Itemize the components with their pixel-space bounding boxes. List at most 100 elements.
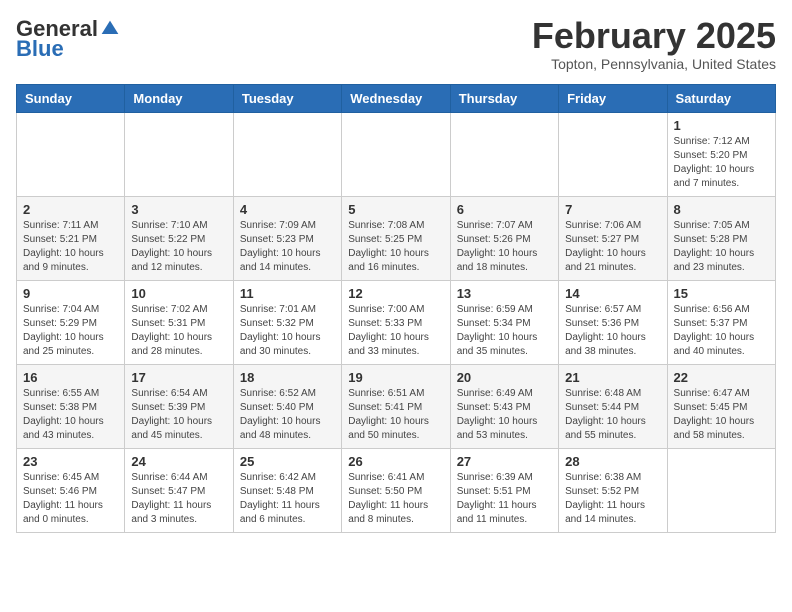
calendar-cell bbox=[125, 112, 233, 196]
logo-blue-text: Blue bbox=[16, 36, 64, 62]
logo-icon bbox=[100, 19, 120, 39]
calendar-cell: 26 Sunrise: 6:41 AM Sunset: 5:50 PM Dayli… bbox=[342, 448, 450, 532]
day-info: Sunrise: 6:49 AM Sunset: 5:43 PM Dayligh… bbox=[457, 387, 552, 443]
day-number: 14 bbox=[565, 286, 660, 301]
calendar-cell: 25Sunrise: 6:42 AM Sunset: 5:48 PM Dayli… bbox=[233, 448, 341, 532]
day-number: 21 bbox=[565, 370, 660, 385]
day-number: 7 bbox=[565, 202, 660, 217]
calendar-cell: 10 Sunrise: 7:02 AM Sunset: 5:31 PM Dayli… bbox=[125, 280, 233, 364]
day-number: 1 bbox=[674, 118, 769, 133]
day-of-week-header: Sunday bbox=[17, 84, 125, 112]
calendar-cell: 19 Sunrise: 6:51 AM Sunset: 5:41 PM Dayli… bbox=[342, 364, 450, 448]
day-info: Sunrise: 6:54 AM Sunset: 5:39 PM Dayligh… bbox=[131, 387, 226, 443]
day-info: Sunrise: 7:10 AM Sunset: 5:22 PM Dayligh… bbox=[131, 219, 226, 275]
day-number: 25 bbox=[240, 454, 335, 469]
calendar-cell: 8 Sunrise: 7:05 AM Sunset: 5:28 PM Daylig… bbox=[667, 196, 775, 280]
day-number: 3 bbox=[131, 202, 226, 217]
day-info: Sunrise: 6:48 AM Sunset: 5:44 PM Dayligh… bbox=[565, 387, 660, 443]
day-info: Sunrise: 6:57 AM Sunset: 5:36 PM Dayligh… bbox=[565, 303, 660, 359]
day-of-week-header: Thursday bbox=[450, 84, 558, 112]
day-info: Sunrise: 7:05 AM Sunset: 5:28 PM Dayligh… bbox=[674, 219, 769, 275]
calendar-cell: 16Sunrise: 6:55 AM Sunset: 5:38 PM Dayli… bbox=[17, 364, 125, 448]
day-number: 8 bbox=[674, 202, 769, 217]
day-number: 12 bbox=[348, 286, 443, 301]
calendar-cell bbox=[450, 112, 558, 196]
day-number: 19 bbox=[348, 370, 443, 385]
day-of-week-header: Friday bbox=[559, 84, 667, 112]
day-number: 6 bbox=[457, 202, 552, 217]
calendar-cell: 5 Sunrise: 7:08 AM Sunset: 5:25 PM Daylig… bbox=[342, 196, 450, 280]
day-info: Sunrise: 7:06 AM Sunset: 5:27 PM Dayligh… bbox=[565, 219, 660, 275]
day-of-week-header: Wednesday bbox=[342, 84, 450, 112]
day-info: Sunrise: 6:59 AM Sunset: 5:34 PM Dayligh… bbox=[457, 303, 552, 359]
day-info: Sunrise: 6:55 AM Sunset: 5:38 PM Dayligh… bbox=[23, 387, 118, 443]
day-number: 17 bbox=[131, 370, 226, 385]
day-number: 20 bbox=[457, 370, 552, 385]
day-number: 4 bbox=[240, 202, 335, 217]
day-info: Sunrise: 7:09 AM Sunset: 5:23 PM Dayligh… bbox=[240, 219, 335, 275]
calendar-cell bbox=[233, 112, 341, 196]
page-header: General Blue February 2025 Topton, Penns… bbox=[16, 16, 776, 72]
calendar-cell: 2Sunrise: 7:11 AM Sunset: 5:21 PM Daylig… bbox=[17, 196, 125, 280]
day-number: 22 bbox=[674, 370, 769, 385]
calendar-cell: 20 Sunrise: 6:49 AM Sunset: 5:43 PM Dayli… bbox=[450, 364, 558, 448]
calendar-cell: 27Sunrise: 6:39 AM Sunset: 5:51 PM Dayli… bbox=[450, 448, 558, 532]
calendar-cell: 1 Sunrise: 7:12 AM Sunset: 5:20 PM Daylig… bbox=[667, 112, 775, 196]
day-number: 13 bbox=[457, 286, 552, 301]
calendar-cell: 15 Sunrise: 6:56 AM Sunset: 5:37 PM Dayli… bbox=[667, 280, 775, 364]
calendar-cell: 24 Sunrise: 6:44 AM Sunset: 5:47 PM Dayli… bbox=[125, 448, 233, 532]
calendar-cell: 9 Sunrise: 7:04 AM Sunset: 5:29 PM Daylig… bbox=[17, 280, 125, 364]
day-number: 27 bbox=[457, 454, 552, 469]
day-of-week-header: Monday bbox=[125, 84, 233, 112]
month-title: February 2025 bbox=[532, 16, 776, 56]
calendar-cell: 23 Sunrise: 6:45 AM Sunset: 5:46 PM Dayli… bbox=[17, 448, 125, 532]
day-number: 5 bbox=[348, 202, 443, 217]
calendar-cell: 21 Sunrise: 6:48 AM Sunset: 5:44 PM Dayli… bbox=[559, 364, 667, 448]
calendar-cell bbox=[17, 112, 125, 196]
day-info: Sunrise: 6:45 AM Sunset: 5:46 PM Dayligh… bbox=[23, 471, 118, 527]
day-info: Sunrise: 6:56 AM Sunset: 5:37 PM Dayligh… bbox=[674, 303, 769, 359]
day-info: Sunrise: 7:08 AM Sunset: 5:25 PM Dayligh… bbox=[348, 219, 443, 275]
calendar-cell bbox=[342, 112, 450, 196]
calendar-cell bbox=[667, 448, 775, 532]
day-of-week-header: Tuesday bbox=[233, 84, 341, 112]
day-info: Sunrise: 6:51 AM Sunset: 5:41 PM Dayligh… bbox=[348, 387, 443, 443]
day-number: 10 bbox=[131, 286, 226, 301]
day-number: 15 bbox=[674, 286, 769, 301]
calendar-week-row: 16Sunrise: 6:55 AM Sunset: 5:38 PM Dayli… bbox=[17, 364, 776, 448]
calendar-week-row: 9 Sunrise: 7:04 AM Sunset: 5:29 PM Daylig… bbox=[17, 280, 776, 364]
calendar-week-row: 23 Sunrise: 6:45 AM Sunset: 5:46 PM Dayli… bbox=[17, 448, 776, 532]
day-number: 18 bbox=[240, 370, 335, 385]
logo: General Blue bbox=[16, 16, 120, 62]
calendar-cell: 12 Sunrise: 7:00 AM Sunset: 5:33 PM Dayli… bbox=[342, 280, 450, 364]
title-block: February 2025 Topton, Pennsylvania, Unit… bbox=[532, 16, 776, 72]
calendar-cell: 28Sunrise: 6:38 AM Sunset: 5:52 PM Dayli… bbox=[559, 448, 667, 532]
day-number: 23 bbox=[23, 454, 118, 469]
calendar-cell: 3 Sunrise: 7:10 AM Sunset: 5:22 PM Daylig… bbox=[125, 196, 233, 280]
day-info: Sunrise: 7:02 AM Sunset: 5:31 PM Dayligh… bbox=[131, 303, 226, 359]
day-number: 24 bbox=[131, 454, 226, 469]
calendar-header-row: SundayMondayTuesdayWednesdayThursdayFrid… bbox=[17, 84, 776, 112]
day-of-week-header: Saturday bbox=[667, 84, 775, 112]
calendar-table: SundayMondayTuesdayWednesdayThursdayFrid… bbox=[16, 84, 776, 533]
calendar-cell: 14 Sunrise: 6:57 AM Sunset: 5:36 PM Dayli… bbox=[559, 280, 667, 364]
day-number: 11 bbox=[240, 286, 335, 301]
calendar-cell: 7 Sunrise: 7:06 AM Sunset: 5:27 PM Daylig… bbox=[559, 196, 667, 280]
calendar-week-row: 2Sunrise: 7:11 AM Sunset: 5:21 PM Daylig… bbox=[17, 196, 776, 280]
day-info: Sunrise: 6:47 AM Sunset: 5:45 PM Dayligh… bbox=[674, 387, 769, 443]
calendar-cell: 18Sunrise: 6:52 AM Sunset: 5:40 PM Dayli… bbox=[233, 364, 341, 448]
day-number: 2 bbox=[23, 202, 118, 217]
calendar-cell: 4 Sunrise: 7:09 AM Sunset: 5:23 PM Daylig… bbox=[233, 196, 341, 280]
day-info: Sunrise: 6:44 AM Sunset: 5:47 PM Dayligh… bbox=[131, 471, 226, 527]
day-info: Sunrise: 6:41 AM Sunset: 5:50 PM Dayligh… bbox=[348, 471, 443, 527]
calendar-cell: 13 Sunrise: 6:59 AM Sunset: 5:34 PM Dayli… bbox=[450, 280, 558, 364]
day-info: Sunrise: 7:12 AM Sunset: 5:20 PM Dayligh… bbox=[674, 135, 769, 191]
day-info: Sunrise: 7:04 AM Sunset: 5:29 PM Dayligh… bbox=[23, 303, 118, 359]
day-info: Sunrise: 7:00 AM Sunset: 5:33 PM Dayligh… bbox=[348, 303, 443, 359]
day-number: 28 bbox=[565, 454, 660, 469]
day-info: Sunrise: 7:01 AM Sunset: 5:32 PM Dayligh… bbox=[240, 303, 335, 359]
location-text: Topton, Pennsylvania, United States bbox=[532, 56, 776, 72]
calendar-cell bbox=[559, 112, 667, 196]
day-number: 9 bbox=[23, 286, 118, 301]
day-number: 26 bbox=[348, 454, 443, 469]
